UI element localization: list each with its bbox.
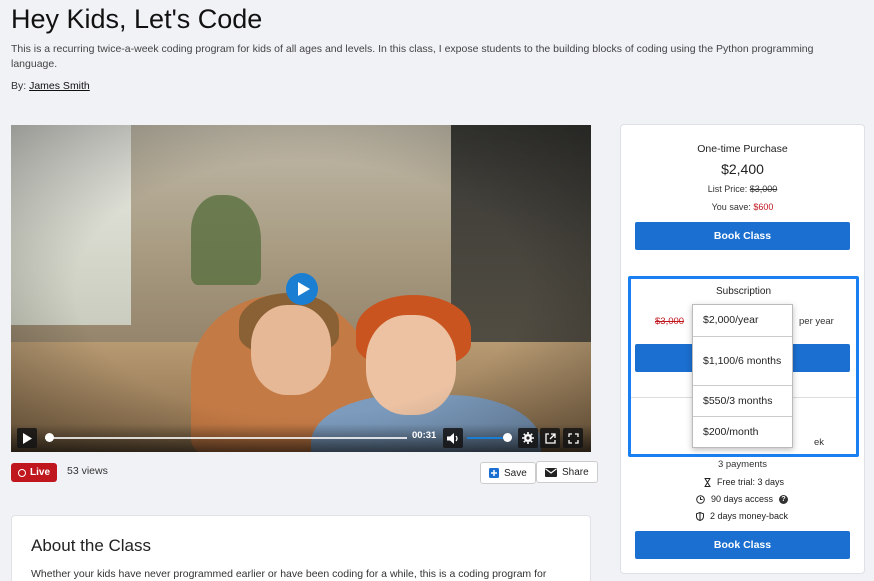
- play-icon: [22, 432, 32, 444]
- settings-icon: [522, 432, 534, 444]
- list-price-row: List Price: $3,000: [621, 184, 864, 194]
- help-icon[interactable]: ?: [779, 494, 789, 504]
- envelope-icon: [545, 467, 557, 477]
- live-label: Live: [30, 467, 51, 478]
- hourglass-icon: [704, 477, 711, 487]
- volume-handle[interactable]: [503, 433, 512, 442]
- settings-button[interactable]: [518, 428, 538, 448]
- play-button[interactable]: [17, 428, 37, 448]
- volume-button[interactable]: [443, 428, 463, 448]
- seek-bar[interactable]: [45, 437, 407, 439]
- book-class-installments-button[interactable]: Book Class: [635, 531, 850, 559]
- view-count: 53 views: [67, 465, 108, 477]
- list-price-value: $3,000: [749, 184, 778, 194]
- subscription-period: per year: [799, 316, 834, 327]
- plan-option-3-months[interactable]: $550/3 months: [693, 386, 792, 417]
- volume-icon: [447, 432, 458, 444]
- popout-button[interactable]: [540, 428, 560, 448]
- you-save-label: You save:: [711, 202, 751, 212]
- external-link-icon: [544, 432, 556, 444]
- about-heading: About the Class: [31, 536, 152, 555]
- about-card: About the Class Whether your kids have n…: [11, 515, 591, 581]
- page-title: Hey Kids, Let's Code: [11, 4, 263, 34]
- you-save-value: $600: [753, 202, 774, 212]
- plan-option-year[interactable]: $2,000/year: [693, 305, 792, 337]
- by-label: By:: [11, 80, 27, 92]
- byline: By: James Smith: [11, 80, 90, 92]
- page-description: This is a recurring twice-a-week coding …: [11, 43, 814, 70]
- live-badge: Live: [11, 463, 58, 482]
- save-button[interactable]: Save: [480, 462, 536, 484]
- subscription-plan-dropdown[interactable]: $2,000/year $1,100/6 months $550/3 month…: [692, 304, 793, 448]
- video-controls: 00:31: [11, 424, 591, 452]
- fullscreen-button[interactable]: [563, 428, 583, 448]
- big-play-button[interactable]: [286, 273, 318, 305]
- clock-icon: [696, 494, 705, 504]
- you-save-row: You save: $600: [621, 202, 864, 212]
- subscription-title: Subscription: [715, 286, 772, 297]
- video-player[interactable]: 00:31: [11, 125, 591, 452]
- seek-handle[interactable]: [44, 433, 54, 442]
- feature-access-text: 90 days access: [711, 494, 774, 504]
- shield-icon: [696, 511, 704, 521]
- share-label: Share: [562, 466, 589, 478]
- list-price-label: List Price:: [707, 184, 748, 194]
- book-class-button[interactable]: Book Class: [635, 222, 850, 250]
- plus-square-icon: [489, 468, 499, 478]
- feature-money-back-text: 2 days money-back: [710, 511, 789, 521]
- volume-slider[interactable]: [467, 437, 507, 439]
- play-icon: [297, 282, 310, 296]
- one-time-price: $2,400: [721, 161, 764, 177]
- fullscreen-icon: [567, 432, 579, 444]
- about-text: Whether your kids have never programmed …: [31, 568, 547, 580]
- share-button[interactable]: Share: [536, 461, 598, 483]
- video-time: 00:31: [412, 430, 437, 441]
- installment-period: ek: [814, 437, 825, 448]
- feature-access: 90 days access ?: [696, 494, 789, 504]
- plan-option-month[interactable]: $200/month: [693, 417, 792, 448]
- save-label: Save: [504, 467, 527, 479]
- feature-money-back: 2 days money-back: [696, 511, 788, 521]
- plan-option-6-months[interactable]: $1,100/6 months: [693, 337, 792, 386]
- installment-payments: 3 payments: [717, 459, 768, 470]
- feature-free-trial: Free trial: 3 days: [704, 477, 784, 487]
- feature-free-trial-text: Free trial: 3 days: [717, 477, 785, 487]
- one-time-title: One-time Purchase: [697, 143, 788, 155]
- subscription-old-price: $3,000: [655, 316, 685, 327]
- live-dot-icon: [18, 468, 26, 477]
- author-link[interactable]: James Smith: [29, 80, 90, 92]
